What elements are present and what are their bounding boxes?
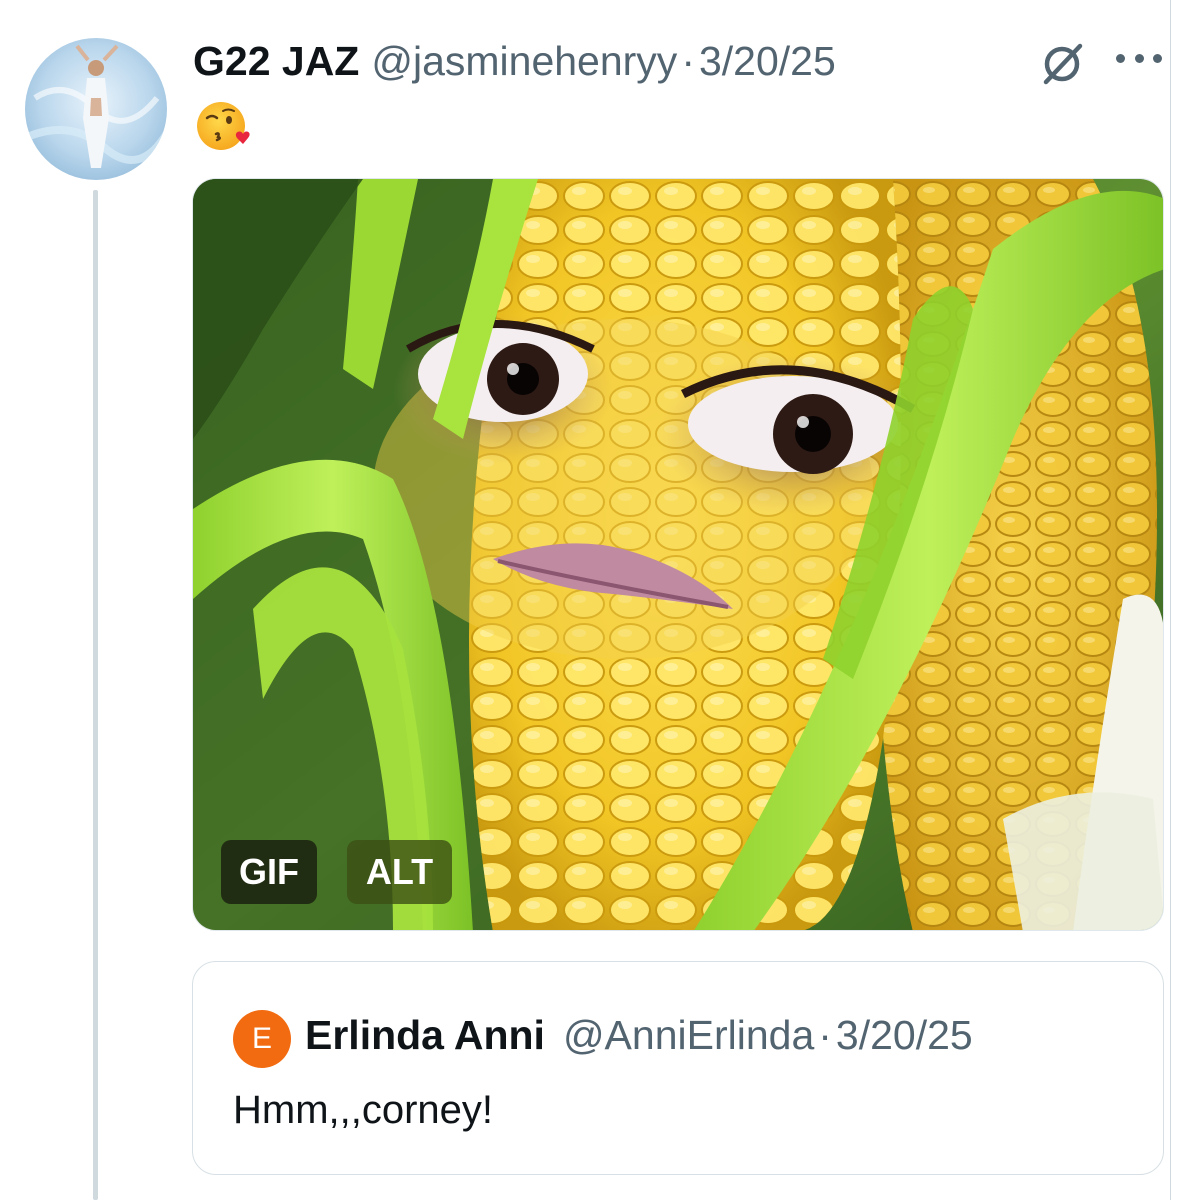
quoted-display-name[interactable]: Erlinda Anni xyxy=(305,1006,545,1064)
quoted-avatar[interactable]: E xyxy=(233,1010,291,1068)
tweet-thread-view: G22 JAZ @jasminehenryy · 3/20/25 GIF ALT… xyxy=(0,0,1192,1200)
tweet-media-gif[interactable] xyxy=(192,178,1164,931)
dot xyxy=(1116,53,1125,63)
avatar-image xyxy=(25,38,167,180)
gif-badge: GIF xyxy=(221,840,317,904)
dot xyxy=(1134,53,1144,63)
timeline-border xyxy=(1170,0,1171,1200)
quoted-tweet-text: Hmm,,,corney! xyxy=(233,1088,494,1132)
face-blowing-a-kiss-emoji xyxy=(193,96,253,156)
quoted-tweet-header: Erlinda Anni @AnniErlinda · 3/20/25 xyxy=(305,1006,973,1064)
display-name[interactable]: G22 JAZ xyxy=(193,34,359,88)
avatar[interactable] xyxy=(25,38,167,180)
user-handle[interactable]: @jasminehenryy xyxy=(371,34,677,88)
corn-face-image xyxy=(193,179,1163,930)
alt-text-badge[interactable]: ALT xyxy=(347,840,452,904)
quoted-user-handle[interactable]: @AnniErlinda xyxy=(563,1006,814,1064)
more-dots-icon[interactable] xyxy=(1116,50,1162,66)
tweet-header: G22 JAZ @jasminehenryy · 3/20/25 xyxy=(193,34,836,88)
slashed-circle-icon[interactable] xyxy=(1038,38,1088,88)
quoted-header-separator: · xyxy=(818,1012,832,1058)
dot xyxy=(1153,53,1162,63)
tweet-date[interactable]: 3/20/25 xyxy=(699,34,836,88)
quoted-tweet-card[interactable]: E Erlinda Anni @AnniErlinda · 3/20/25 Hm… xyxy=(192,961,1164,1175)
thread-connector-line xyxy=(93,190,98,1200)
header-separator: · xyxy=(681,38,695,84)
quoted-tweet-date[interactable]: 3/20/25 xyxy=(836,1006,973,1064)
